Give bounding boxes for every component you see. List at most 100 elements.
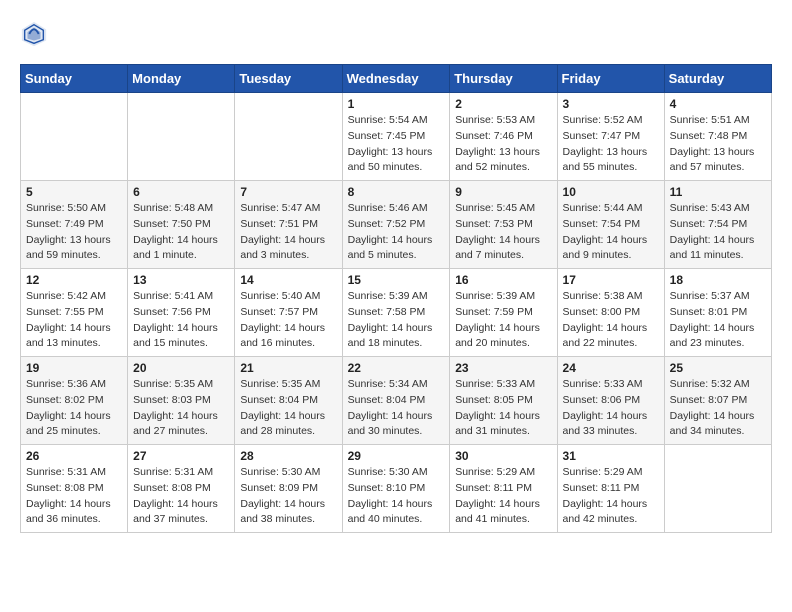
day-27: 27Sunrise: 5:31 AM Sunset: 8:08 PM Dayli… (128, 445, 235, 533)
day-number-26: 26 (26, 449, 122, 463)
day-info-4: Sunrise: 5:51 AM Sunset: 7:48 PM Dayligh… (670, 113, 766, 176)
day-number-24: 24 (563, 361, 659, 375)
week-row-3: 12 Sunrise: 5:42 AM Sunset: 7:55 PM Dayli… (21, 269, 772, 357)
day-info-2: Sunrise: 5:53 AM Sunset: 7:46 PM Dayligh… (455, 113, 551, 176)
day-info-5: Sunrise: 5:50 AM Sunset: 7:49 PM Dayligh… (26, 201, 122, 264)
empty-cell (128, 93, 235, 181)
weekday-friday: Friday (557, 65, 664, 93)
day-info-6: Sunrise: 5:48 AM Sunset: 7:50 PM Dayligh… (133, 201, 229, 264)
day-17: 17 Sunrise: 5:38 AM Sunset: 8:00 PM Dayli… (557, 269, 664, 357)
day-number-15: 15 (348, 273, 445, 287)
day-info-18: Sunrise: 5:37 AM Sunset: 8:01 PM Dayligh… (670, 289, 766, 352)
day-12: 12 Sunrise: 5:42 AM Sunset: 7:55 PM Dayli… (21, 269, 128, 357)
day-21: 21 Sunrise: 5:35 AM Sunset: 8:04 PM Dayli… (235, 357, 342, 445)
logo (20, 20, 52, 48)
week-row-5: 26 Sunrise: 5:31 AM Sunset: 8:08 PM Dayli… (21, 445, 772, 533)
day-1: 1 Sunrise: 5:54 AM Sunset: 7:45 PM Daylig… (342, 93, 450, 181)
day-number-14: 14 (240, 273, 336, 287)
day-number-5: 5 (26, 185, 122, 199)
day-info-12: Sunrise: 5:42 AM Sunset: 7:55 PM Dayligh… (26, 289, 122, 352)
day-info-29: Sunrise: 5:30 AM Sunset: 8:10 PM Dayligh… (348, 465, 445, 528)
day-info-11: Sunrise: 5:43 AM Sunset: 7:54 PM Dayligh… (670, 201, 766, 264)
week-row-1: 1 Sunrise: 5:54 AM Sunset: 7:45 PM Daylig… (21, 93, 772, 181)
day-number-12: 12 (26, 273, 122, 287)
day-number-13: 13 (133, 273, 229, 287)
day-15: 15 Sunrise: 5:39 AM Sunset: 7:58 PM Dayli… (342, 269, 450, 357)
day-info-26: Sunrise: 5:31 AM Sunset: 8:08 PM Dayligh… (26, 465, 122, 528)
day-number-6: 6 (133, 185, 229, 199)
day-info-27: Sunrise: 5:31 AM Sunset: 8:08 PM Dayligh… (133, 465, 229, 528)
day-info-8: Sunrise: 5:46 AM Sunset: 7:52 PM Dayligh… (348, 201, 445, 264)
weekday-tuesday: Tuesday (235, 65, 342, 93)
day-info-30: Sunrise: 5:29 AM Sunset: 8:11 PM Dayligh… (455, 465, 551, 528)
day-10: 10 Sunrise: 5:44 AM Sunset: 7:54 PM Dayli… (557, 181, 664, 269)
day-29: 29 Sunrise: 5:30 AM Sunset: 8:10 PM Dayli… (342, 445, 450, 533)
day-info-31: Sunrise: 5:29 AM Sunset: 8:11 PM Dayligh… (563, 465, 659, 528)
day-16: 16Sunrise: 5:39 AM Sunset: 7:59 PM Dayli… (450, 269, 557, 357)
day-11: 11Sunrise: 5:43 AM Sunset: 7:54 PM Dayli… (664, 181, 771, 269)
week-row-4: 19 Sunrise: 5:36 AM Sunset: 8:02 PM Dayli… (21, 357, 772, 445)
day-info-17: Sunrise: 5:38 AM Sunset: 8:00 PM Dayligh… (563, 289, 659, 352)
day-number-8: 8 (348, 185, 445, 199)
day-number-29: 29 (348, 449, 445, 463)
calendar: SundayMondayTuesdayWednesdayThursdayFrid… (20, 64, 772, 533)
day-number-4: 4 (670, 97, 766, 111)
day-number-7: 7 (240, 185, 336, 199)
day-3: 3Sunrise: 5:52 AM Sunset: 7:47 PM Daylig… (557, 93, 664, 181)
day-info-10: Sunrise: 5:44 AM Sunset: 7:54 PM Dayligh… (563, 201, 659, 264)
day-number-2: 2 (455, 97, 551, 111)
day-number-9: 9 (455, 185, 551, 199)
day-number-16: 16 (455, 273, 551, 287)
day-number-17: 17 (563, 273, 659, 287)
day-number-3: 3 (563, 97, 659, 111)
day-28: 28Sunrise: 5:30 AM Sunset: 8:09 PM Dayli… (235, 445, 342, 533)
day-info-25: Sunrise: 5:32 AM Sunset: 8:07 PM Dayligh… (670, 377, 766, 440)
day-14: 14 Sunrise: 5:40 AM Sunset: 7:57 PM Dayli… (235, 269, 342, 357)
logo-icon (20, 20, 48, 48)
day-number-1: 1 (348, 97, 445, 111)
empty-cell (235, 93, 342, 181)
empty-cell (21, 93, 128, 181)
day-info-15: Sunrise: 5:39 AM Sunset: 7:58 PM Dayligh… (348, 289, 445, 352)
day-8: 8 Sunrise: 5:46 AM Sunset: 7:52 PM Daylig… (342, 181, 450, 269)
day-23: 23 Sunrise: 5:33 AM Sunset: 8:05 PM Dayli… (450, 357, 557, 445)
week-row-2: 5 Sunrise: 5:50 AM Sunset: 7:49 PM Daylig… (21, 181, 772, 269)
weekday-thursday: Thursday (450, 65, 557, 93)
weekday-wednesday: Wednesday (342, 65, 450, 93)
day-4: 4 Sunrise: 5:51 AM Sunset: 7:48 PM Daylig… (664, 93, 771, 181)
page-header (20, 20, 772, 48)
day-info-22: Sunrise: 5:34 AM Sunset: 8:04 PM Dayligh… (348, 377, 445, 440)
day-number-19: 19 (26, 361, 122, 375)
weekday-sunday: Sunday (21, 65, 128, 93)
empty-cell (664, 445, 771, 533)
day-info-23: Sunrise: 5:33 AM Sunset: 8:05 PM Dayligh… (455, 377, 551, 440)
day-24: 24 Sunrise: 5:33 AM Sunset: 8:06 PM Dayli… (557, 357, 664, 445)
day-26: 26 Sunrise: 5:31 AM Sunset: 8:08 PM Dayli… (21, 445, 128, 533)
day-info-9: Sunrise: 5:45 AM Sunset: 7:53 PM Dayligh… (455, 201, 551, 264)
day-info-13: Sunrise: 5:41 AM Sunset: 7:56 PM Dayligh… (133, 289, 229, 352)
day-number-10: 10 (563, 185, 659, 199)
day-7: 7 Sunrise: 5:47 AM Sunset: 7:51 PM Daylig… (235, 181, 342, 269)
day-number-22: 22 (348, 361, 445, 375)
day-25: 25 Sunrise: 5:32 AM Sunset: 8:07 PM Dayli… (664, 357, 771, 445)
day-info-24: Sunrise: 5:33 AM Sunset: 8:06 PM Dayligh… (563, 377, 659, 440)
day-30: 30 Sunrise: 5:29 AM Sunset: 8:11 PM Dayli… (450, 445, 557, 533)
day-22: 22 Sunrise: 5:34 AM Sunset: 8:04 PM Dayli… (342, 357, 450, 445)
day-18: 18Sunrise: 5:37 AM Sunset: 8:01 PM Dayli… (664, 269, 771, 357)
day-info-20: Sunrise: 5:35 AM Sunset: 8:03 PM Dayligh… (133, 377, 229, 440)
day-19: 19 Sunrise: 5:36 AM Sunset: 8:02 PM Dayli… (21, 357, 128, 445)
day-number-23: 23 (455, 361, 551, 375)
day-info-14: Sunrise: 5:40 AM Sunset: 7:57 PM Dayligh… (240, 289, 336, 352)
day-info-7: Sunrise: 5:47 AM Sunset: 7:51 PM Dayligh… (240, 201, 336, 264)
weekday-saturday: Saturday (664, 65, 771, 93)
day-info-19: Sunrise: 5:36 AM Sunset: 8:02 PM Dayligh… (26, 377, 122, 440)
day-info-21: Sunrise: 5:35 AM Sunset: 8:04 PM Dayligh… (240, 377, 336, 440)
weekday-monday: Monday (128, 65, 235, 93)
day-20: 20 Sunrise: 5:35 AM Sunset: 8:03 PM Dayli… (128, 357, 235, 445)
day-number-30: 30 (455, 449, 551, 463)
day-5: 5 Sunrise: 5:50 AM Sunset: 7:49 PM Daylig… (21, 181, 128, 269)
day-number-25: 25 (670, 361, 766, 375)
day-number-20: 20 (133, 361, 229, 375)
day-info-1: Sunrise: 5:54 AM Sunset: 7:45 PM Dayligh… (348, 113, 445, 176)
day-number-21: 21 (240, 361, 336, 375)
